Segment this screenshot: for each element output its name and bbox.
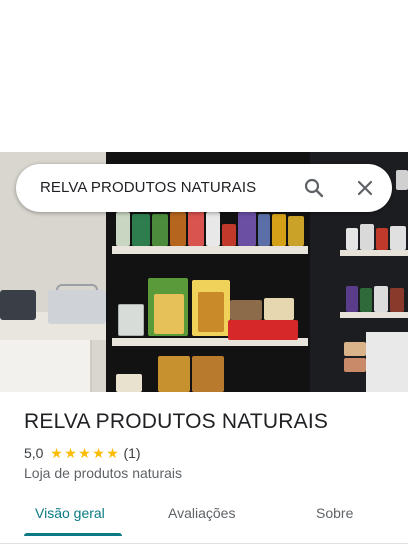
photo-product <box>360 224 374 250</box>
photo-product <box>344 358 366 372</box>
rating-value: 5,0 <box>24 445 44 461</box>
place-category: Loja de produtos naturais <box>24 465 182 481</box>
search-bar[interactable]: RELVA PRODUTOS NATURAIS <box>16 164 392 212</box>
photo-product <box>238 212 256 246</box>
photo-product <box>222 224 236 246</box>
photo-product <box>360 288 372 312</box>
photo-product <box>272 214 286 246</box>
photo-counter-front <box>0 340 92 392</box>
photo-product <box>346 228 358 250</box>
photo-product <box>344 342 366 356</box>
photo-product <box>154 294 184 334</box>
photo-scale <box>0 290 36 320</box>
photo-machine <box>48 290 106 324</box>
photo-product <box>188 210 204 246</box>
photo-product <box>376 228 388 250</box>
tab-overview[interactable]: Visão geral <box>35 505 105 521</box>
photo-product <box>390 226 406 250</box>
photo-product <box>192 356 224 392</box>
photo-product <box>116 212 130 246</box>
photo-product <box>198 292 224 332</box>
star-icon: ★ <box>92 445 105 461</box>
star-icon: ★ <box>50 445 63 461</box>
photo-product <box>390 288 404 312</box>
tab-bar: Visão geral Avaliações Sobre <box>0 496 408 544</box>
photo-product <box>264 298 294 320</box>
star-rating: ★ ★ ★ ★ ★ <box>49 446 119 460</box>
tab-about[interactable]: Sobre <box>316 505 353 521</box>
photo-product <box>258 214 270 246</box>
photo-product <box>170 212 186 246</box>
photo-product <box>152 214 168 246</box>
map-area-blank <box>0 0 408 152</box>
photo-product <box>374 286 388 312</box>
photo-product <box>346 286 358 312</box>
photo-product <box>206 212 220 246</box>
star-icon: ★ <box>106 445 119 461</box>
photo-product <box>396 170 408 190</box>
star-icon: ★ <box>78 445 91 461</box>
photo-right-board <box>340 250 408 256</box>
search-query-text[interactable]: RELVA PRODUTOS NATURAIS <box>40 179 256 196</box>
rating-row[interactable]: 5,0 ★ ★ ★ ★ ★ (1) <box>24 444 141 462</box>
photo-red-basket <box>228 320 298 340</box>
close-icon[interactable] <box>353 176 377 200</box>
photo-product <box>132 214 150 246</box>
active-tab-indicator <box>24 533 122 536</box>
tab-reviews[interactable]: Avaliações <box>168 505 235 521</box>
star-icon: ★ <box>64 445 77 461</box>
photo-right-board <box>340 312 408 318</box>
photo-product <box>158 356 190 392</box>
photo-product <box>116 374 142 392</box>
photo-product <box>230 300 262 320</box>
review-count[interactable]: (1) <box>123 445 140 461</box>
photo-shelf-board <box>112 246 308 254</box>
photo-product <box>118 304 144 336</box>
search-icon[interactable] <box>302 176 326 200</box>
photo-product <box>288 216 304 246</box>
photo-right-wall <box>366 332 408 392</box>
place-title: RELVA PRODUTOS NATURAIS <box>24 410 329 433</box>
